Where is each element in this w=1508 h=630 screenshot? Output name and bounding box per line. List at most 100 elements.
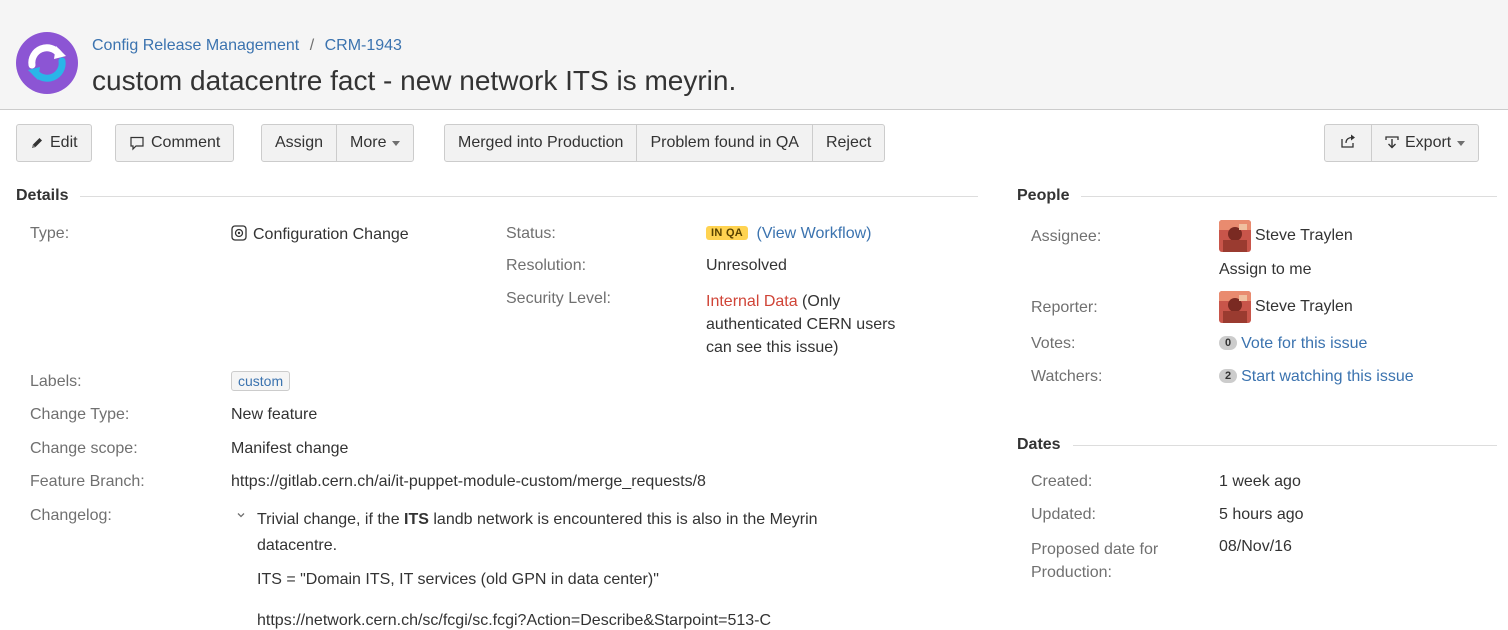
change-scope-label: Change scope: bbox=[30, 440, 138, 457]
watchers-label: Watchers: bbox=[1031, 368, 1103, 385]
reporter-label: Reporter: bbox=[1031, 299, 1098, 316]
share-button[interactable] bbox=[1324, 124, 1372, 162]
problem-button-label: Problem found in QA bbox=[650, 134, 799, 151]
problem-found-in-qa-button[interactable]: Problem found in QA bbox=[636, 124, 813, 162]
labels-value: custom bbox=[231, 371, 291, 391]
resolution-label: Resolution: bbox=[506, 257, 587, 274]
share-icon bbox=[1340, 133, 1356, 154]
avatar bbox=[1219, 291, 1251, 323]
configuration-change-icon bbox=[231, 225, 247, 246]
details-section-heading[interactable]: Details bbox=[16, 187, 978, 205]
workflow-transitions-group: Merged into Production Problem found in … bbox=[444, 124, 886, 162]
avatar bbox=[1219, 220, 1251, 252]
proposed-date-value: 08/Nov/16 bbox=[1219, 538, 1292, 555]
speech-bubble-icon bbox=[129, 135, 145, 151]
assignee-value[interactable]: Steve Traylen bbox=[1219, 220, 1353, 252]
proposed-label-line-2: Production: bbox=[1031, 564, 1112, 581]
changelog-network-link[interactable]: https://network.cern.ch/sc/fcgi/sc.fcgi?… bbox=[257, 612, 771, 630]
change-type-value: New feature bbox=[231, 406, 318, 423]
status-label: Status: bbox=[506, 225, 556, 242]
updated-label: Updated: bbox=[1031, 506, 1096, 523]
changelog-text-a: Trivial change, if the bbox=[257, 511, 405, 528]
merged-into-production-button[interactable]: Merged into Production bbox=[444, 124, 638, 162]
reject-button-label: Reject bbox=[825, 134, 872, 151]
people-section-heading[interactable]: People bbox=[1017, 187, 1497, 205]
comment-button-label: Comment bbox=[151, 134, 221, 151]
changelog-content: Trivial change, if the ITS landb network… bbox=[257, 507, 818, 559]
more-button[interactable]: More bbox=[336, 124, 415, 162]
comment-button[interactable]: Comment bbox=[115, 124, 235, 162]
share-export-group: Export bbox=[1324, 124, 1480, 162]
breadcrumb-project-link[interactable]: Config Release Management bbox=[92, 37, 299, 54]
watchers-value: 2 Start watching this issue bbox=[1219, 368, 1414, 386]
status-badge[interactable]: IN QA bbox=[706, 226, 749, 240]
security-level-label: Security Level: bbox=[506, 290, 611, 307]
created-value: 1 week ago bbox=[1219, 473, 1301, 490]
reporter-value[interactable]: Steve Traylen bbox=[1219, 291, 1353, 323]
feature-branch-link[interactable]: https://gitlab.cern.ch/ai/it-puppet-modu… bbox=[231, 473, 706, 491]
changelog-text-bold: ITS bbox=[404, 511, 429, 528]
changelog-text-line-2: datacentre. bbox=[257, 537, 338, 554]
edit-button-group: Edit bbox=[16, 124, 92, 162]
security-note-line-3: can see this issue) bbox=[706, 339, 839, 356]
page-title[interactable]: custom datacentre fact - new network ITS… bbox=[92, 65, 736, 97]
dates-heading-text: Dates bbox=[1017, 436, 1061, 453]
changelog-text-line-3: ITS = "Domain ITS, IT services (old GPN … bbox=[257, 571, 659, 588]
view-workflow-link[interactable]: (View Workflow) bbox=[757, 225, 872, 242]
export-button[interactable]: Export bbox=[1371, 124, 1480, 162]
proposed-label-line-1: Proposed date for bbox=[1031, 541, 1159, 558]
votes-value: 0 Vote for this issue bbox=[1219, 335, 1367, 353]
export-icon bbox=[1385, 136, 1399, 150]
change-type-label: Change Type: bbox=[30, 406, 130, 423]
security-level-text: Internal Data bbox=[706, 293, 798, 310]
breadcrumb: Config Release Management / CRM-1943 bbox=[92, 37, 402, 55]
people-heading-text: People bbox=[1017, 187, 1070, 204]
chevron-down-icon bbox=[236, 507, 246, 524]
section-divider bbox=[1072, 444, 1497, 446]
dates-section-heading[interactable]: Dates bbox=[1017, 436, 1497, 454]
label-tag[interactable]: custom bbox=[231, 371, 291, 391]
assign-more-group: Assign More bbox=[261, 124, 415, 162]
created-label: Created: bbox=[1031, 473, 1093, 490]
export-button-label: Export bbox=[1405, 134, 1452, 151]
chevron-down-icon bbox=[392, 140, 401, 146]
issue-header: Config Release Management / CRM-1943 cus… bbox=[0, 0, 1508, 110]
updated-value: 5 hours ago bbox=[1219, 506, 1304, 523]
issue-toolbar: Edit Comment Assign More Merged into Pro… bbox=[16, 124, 1496, 162]
pencil-icon bbox=[30, 136, 44, 150]
comment-button-group: Comment bbox=[115, 124, 235, 162]
type-value: Configuration Change bbox=[231, 225, 409, 246]
resolution-value: Unresolved bbox=[706, 257, 787, 274]
votes-count-badge: 0 bbox=[1219, 336, 1238, 350]
status-value: IN QA (View Workflow) bbox=[706, 225, 872, 243]
breadcrumb-issue-key-link[interactable]: CRM-1943 bbox=[325, 37, 402, 54]
start-watching-link[interactable]: Start watching this issue bbox=[1241, 368, 1414, 385]
assign-to-me-link[interactable]: Assign to me bbox=[1219, 261, 1311, 279]
assignee-name: Steve Traylen bbox=[1255, 227, 1353, 245]
security-note-line-2: authenticated CERN users bbox=[706, 316, 896, 333]
changelog-label: Changelog: bbox=[30, 507, 112, 524]
chevron-down-icon bbox=[1457, 140, 1466, 146]
changelog-toggle[interactable] bbox=[236, 507, 246, 525]
assignee-label: Assignee: bbox=[1031, 228, 1102, 245]
more-button-label: More bbox=[350, 134, 387, 151]
merged-button-label: Merged into Production bbox=[458, 134, 624, 151]
changelog-text-c: landb network is encountered this is als… bbox=[428, 511, 818, 528]
assign-button[interactable]: Assign bbox=[261, 124, 338, 162]
labels-label: Labels: bbox=[30, 373, 82, 390]
proposed-date-label: Proposed date for Production: bbox=[1031, 538, 1158, 584]
security-note-line-1: (Only bbox=[797, 293, 841, 310]
section-divider bbox=[80, 195, 978, 197]
votes-label: Votes: bbox=[1031, 335, 1076, 352]
edit-button-label: Edit bbox=[50, 134, 78, 151]
change-scope-value: Manifest change bbox=[231, 440, 349, 457]
project-avatar-icon[interactable] bbox=[16, 32, 78, 94]
reject-button[interactable]: Reject bbox=[811, 124, 886, 162]
feature-branch-label: Feature Branch: bbox=[30, 473, 145, 490]
security-level-value: Internal Data (Only authenticated CERN u… bbox=[706, 290, 895, 359]
edit-button[interactable]: Edit bbox=[16, 124, 92, 162]
type-value-text: Configuration Change bbox=[253, 226, 409, 243]
section-divider bbox=[1081, 195, 1497, 197]
vote-for-issue-link[interactable]: Vote for this issue bbox=[1241, 335, 1367, 352]
reporter-name: Steve Traylen bbox=[1255, 298, 1353, 316]
